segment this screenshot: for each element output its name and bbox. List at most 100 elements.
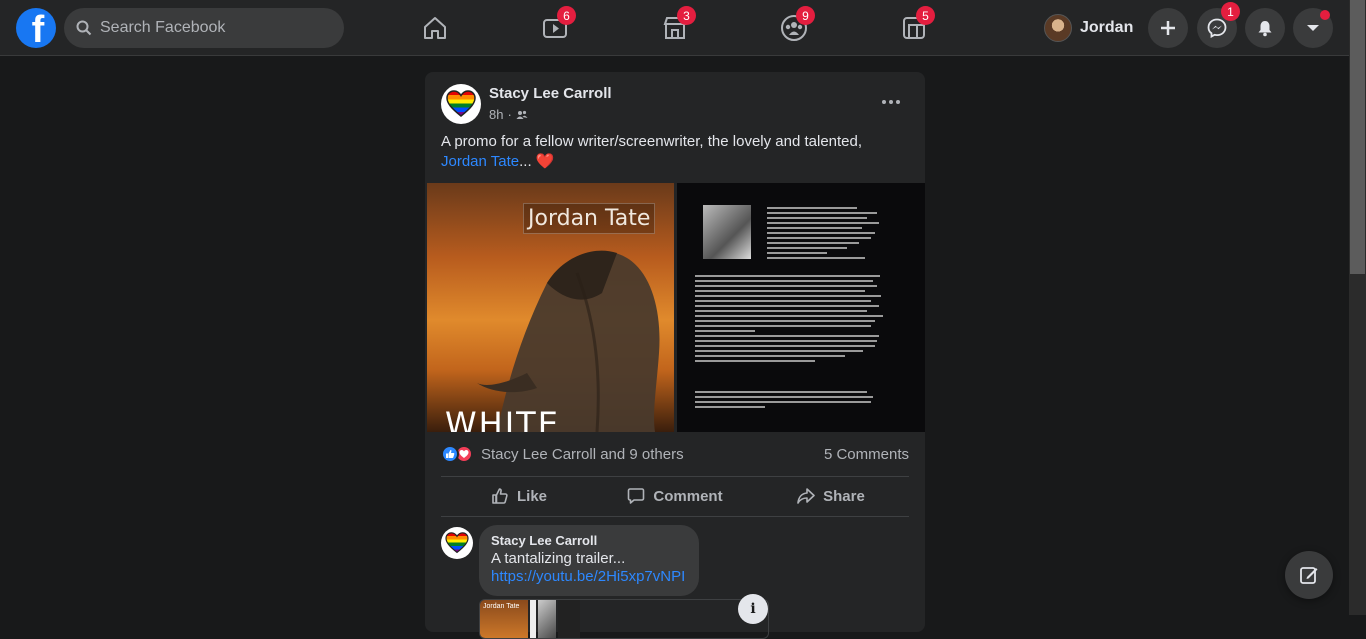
bio-text-line	[767, 237, 871, 239]
bio-text-line	[695, 335, 879, 337]
compose-icon	[1300, 567, 1318, 584]
bio-text-line	[695, 396, 873, 398]
post-author-avatar[interactable]	[441, 84, 481, 124]
account-menu-button[interactable]	[1293, 8, 1333, 48]
bio-text-line	[695, 345, 875, 347]
create-button[interactable]	[1148, 8, 1188, 48]
book-cover-image[interactable]: Jordan Tate WHITE	[427, 183, 674, 432]
comment-icon	[628, 488, 645, 504]
nav-marketplace[interactable]: 3	[659, 6, 696, 44]
bio-text-line	[695, 315, 883, 317]
scrollbar-thumb[interactable]	[1350, 0, 1365, 274]
comment-text: A tantalizing trailer...	[491, 550, 626, 567]
mentioned-profile-link[interactable]: Jordan Tate	[441, 153, 519, 170]
watch-badge: 6	[557, 6, 576, 25]
post-text-ellipsis: ...	[519, 153, 536, 170]
search-input[interactable]	[100, 19, 320, 37]
post-meta: 8h ·	[489, 107, 528, 122]
messenger-button[interactable]: 1	[1197, 2, 1240, 48]
bio-text-line	[695, 290, 865, 292]
facebook-logo-letter: f	[31, 9, 45, 48]
account-alert-dot	[1320, 10, 1330, 20]
comment-author-avatar[interactable]	[441, 527, 473, 559]
search-box[interactable]	[64, 8, 344, 48]
notifications-button[interactable]	[1245, 8, 1285, 48]
post-actions: Like Comment Share	[441, 478, 909, 514]
search-icon	[76, 20, 92, 36]
nav-home[interactable]	[419, 12, 451, 44]
more-horizontal-icon	[882, 100, 900, 104]
bio-text-line	[767, 247, 847, 249]
comment-bubble: Stacy Lee Carroll A tantalizing trailer.…	[479, 525, 699, 596]
post-text: A promo for a fellow writer/screenwriter…	[441, 132, 911, 172]
bio-text-line	[695, 350, 863, 352]
reactions-text[interactable]: Stacy Lee Carroll and 9 others	[481, 446, 684, 463]
post-options-button[interactable]	[875, 86, 907, 118]
author-photo	[703, 205, 751, 259]
comment-author-name[interactable]: Stacy Lee Carroll	[491, 533, 687, 548]
post-author-name[interactable]: Stacy Lee Carroll	[489, 85, 612, 102]
like-button[interactable]: Like	[441, 478, 597, 514]
cover-title-text: WHITE	[445, 405, 560, 432]
bio-text-line	[695, 305, 879, 307]
bio-text-line	[695, 340, 877, 342]
thumbs-up-icon	[492, 488, 508, 504]
like-label: Like	[516, 487, 547, 505]
divider	[441, 516, 909, 517]
cover-author-name: Jordan Tate	[523, 203, 656, 234]
messenger-badge: 1	[1221, 2, 1240, 21]
bio-text-line	[695, 320, 875, 322]
comment-link[interactable]: https://youtu.be/2Hi5xp7vNPI	[491, 568, 687, 585]
bio-text-line	[767, 222, 879, 224]
marketplace-badge: 3	[677, 6, 696, 25]
bio-text-line	[695, 391, 867, 393]
groups-badge: 9	[796, 6, 815, 25]
avatar	[1044, 14, 1072, 42]
rainbow-heart-icon	[445, 532, 469, 554]
bio-text-line	[695, 285, 877, 287]
preview-text-thumb	[558, 600, 580, 638]
like-reaction-icon	[441, 445, 459, 463]
share-label: Share	[823, 487, 865, 505]
comment-label: Comment	[653, 487, 723, 505]
divider	[441, 476, 909, 477]
bio-text-line	[695, 325, 871, 327]
post-time[interactable]: 8h	[489, 107, 503, 122]
bio-text-line	[767, 217, 867, 219]
bio-text-line	[695, 401, 871, 403]
facebook-logo[interactable]: f	[16, 8, 56, 48]
nav-watch[interactable]: 6	[539, 6, 576, 44]
info-button[interactable]: i	[738, 594, 768, 624]
new-message-button[interactable]	[1285, 551, 1333, 599]
heart-emoji: ❤️	[535, 153, 555, 170]
link-preview[interactable]: Jordan Tate	[479, 599, 769, 639]
preview-cover-title: Jordan Tate	[483, 603, 520, 610]
bio-text-line	[695, 360, 815, 362]
comments-count[interactable]: 5 Comments	[824, 446, 909, 463]
bio-text-line	[695, 310, 867, 312]
feed-post: Stacy Lee Carroll 8h · A promo for a fel…	[425, 72, 925, 639]
book-back-cover-image[interactable]	[677, 183, 925, 432]
comment-button[interactable]: Comment	[597, 478, 753, 514]
reaction-icons[interactable]	[441, 445, 473, 463]
friends-audience-icon[interactable]	[516, 109, 528, 121]
share-button[interactable]: Share	[753, 478, 909, 514]
profile-chip[interactable]: Jordan	[1044, 10, 1133, 46]
bio-text-line	[767, 252, 827, 254]
preview-gap	[530, 600, 536, 638]
nav-groups[interactable]: 9	[778, 6, 815, 44]
nav-gaming[interactable]: 5	[898, 6, 935, 44]
plus-icon	[1161, 21, 1175, 35]
bio-text-line	[767, 242, 859, 244]
bell-icon	[1258, 21, 1272, 37]
bio-text-line	[695, 406, 765, 408]
rainbow-heart-icon	[446, 90, 476, 117]
bio-text-line	[695, 300, 871, 302]
bio-text-line	[767, 227, 862, 229]
meta-separator: ·	[507, 107, 512, 122]
post-text-part: A promo for a fellow writer/screenwriter…	[441, 133, 863, 150]
top-navigation-bar: f 6 3 9 5 Jordan 1	[0, 0, 1349, 56]
bio-text-line	[767, 212, 877, 214]
bio-text-line	[695, 355, 845, 357]
caret-down-icon	[1307, 25, 1319, 31]
